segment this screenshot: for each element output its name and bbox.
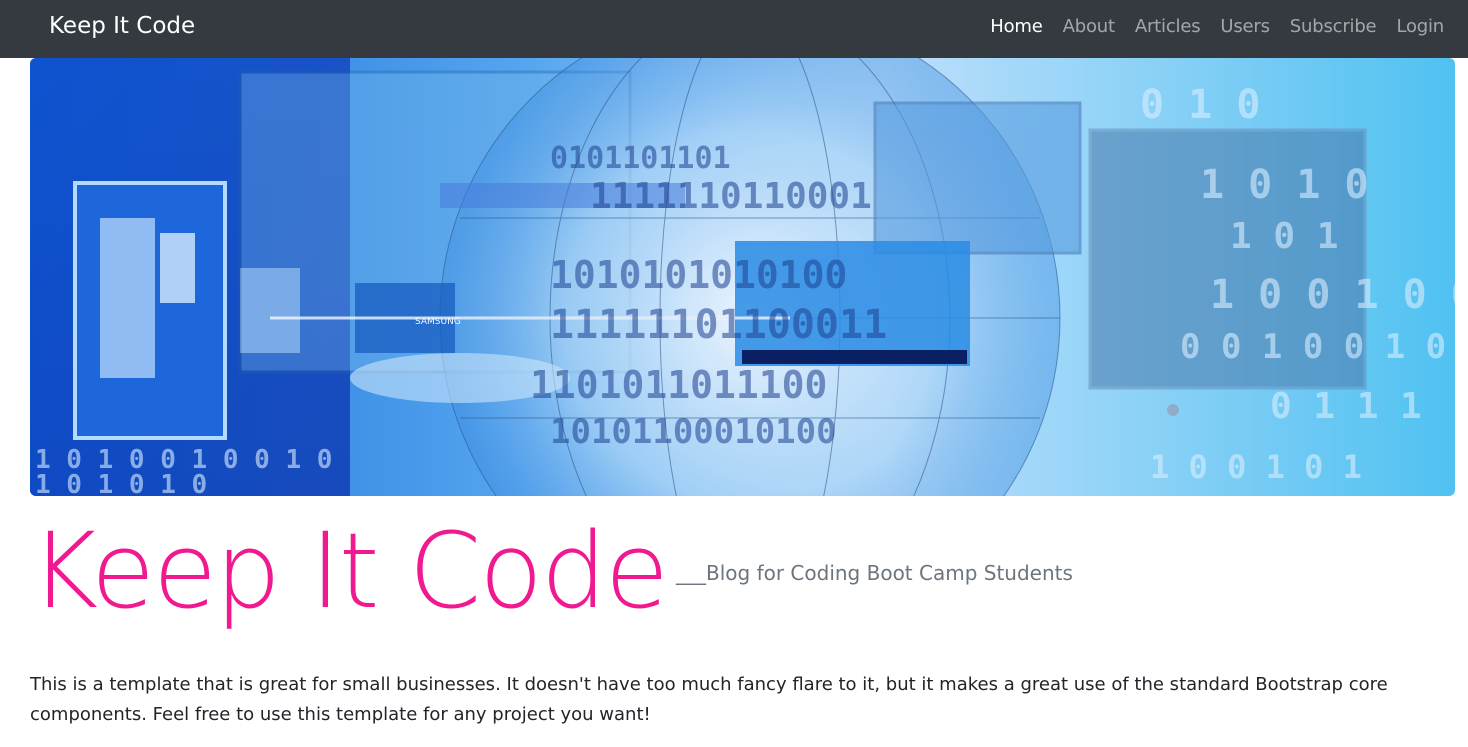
nav-link-login[interactable]: Login [1396, 16, 1444, 37]
navbar-links: Home About Articles Users Subscribe Logi… [980, 0, 1454, 52]
page-description: This is a template that is great for sma… [30, 674, 1388, 725]
nav-link-about[interactable]: About [1063, 16, 1115, 37]
navbar-brand[interactable]: Keep It Code [49, 10, 195, 42]
top-navbar: Keep It Code Home About Articles Users S… [0, 0, 1468, 58]
nav-link-home[interactable]: Home [990, 16, 1043, 37]
page-subtitle: ___Blog for Coding Boot Camp Students [676, 561, 1073, 585]
hero-illustration: 0101101101 1111110110001 1010101010100 1… [30, 58, 1455, 496]
page-title: Keep It Code [30, 510, 669, 632]
nav-link-articles[interactable]: Articles [1135, 16, 1201, 37]
nav-link-subscribe[interactable]: Subscribe [1290, 16, 1377, 37]
hero-image: 0101101101 1111110110001 1010101010100 1… [30, 58, 1455, 496]
nav-link-users[interactable]: Users [1220, 16, 1270, 37]
